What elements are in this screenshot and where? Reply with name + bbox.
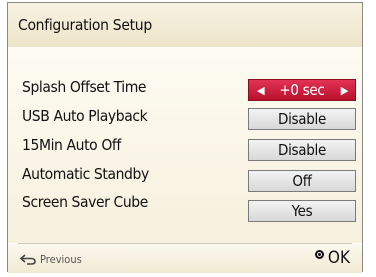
ok-circle-icon — [314, 249, 324, 259]
previous-label: Previous — [40, 253, 82, 266]
setting-label-screen-saver-cube: Screen Saver Cube — [22, 193, 148, 211]
15min-auto-off-value: Disable — [278, 141, 326, 159]
usb-auto-playback-value: Disable — [278, 110, 326, 128]
screen-saver-cube-value: Yes — [291, 202, 313, 220]
ok-button[interactable]: OK — [314, 248, 350, 268]
setting-label-automatic-standby: Automatic Standby — [22, 165, 149, 183]
usb-auto-playback-button[interactable]: Disable — [248, 108, 356, 130]
dialog-title: Configuration Setup — [18, 16, 152, 34]
15min-auto-off-button[interactable]: Disable — [248, 139, 356, 161]
title-bar: Configuration Setup — [8, 3, 362, 48]
automatic-standby-button[interactable]: Off — [248, 170, 356, 192]
ok-label: OK — [327, 248, 350, 268]
left-arrow-icon[interactable]: ◀ — [257, 80, 265, 100]
setting-label-splash-offset-time: Splash Offset Time — [22, 78, 147, 96]
configuration-setup-dialog: Configuration Setup Splash Offset Time ◀… — [7, 2, 363, 273]
screen-saver-cube-button[interactable]: Yes — [248, 200, 356, 222]
return-arrow-icon — [20, 254, 36, 265]
footer: Previous OK — [8, 244, 362, 273]
previous-button[interactable]: Previous — [20, 253, 82, 266]
automatic-standby-value: Off — [292, 172, 312, 190]
setting-label-usb-auto-playback: USB Auto Playback — [22, 107, 148, 125]
splash-offset-time-selector[interactable]: ◀ +0 sec ▶ — [248, 79, 356, 101]
setting-label-15min-auto-off: 15Min Auto Off — [22, 136, 121, 154]
right-arrow-icon[interactable]: ▶ — [341, 80, 349, 100]
splash-offset-time-value: +0 sec — [279, 81, 325, 99]
settings-panel: Splash Offset Time ◀ +0 sec ▶ USB Auto P… — [8, 47, 362, 243]
